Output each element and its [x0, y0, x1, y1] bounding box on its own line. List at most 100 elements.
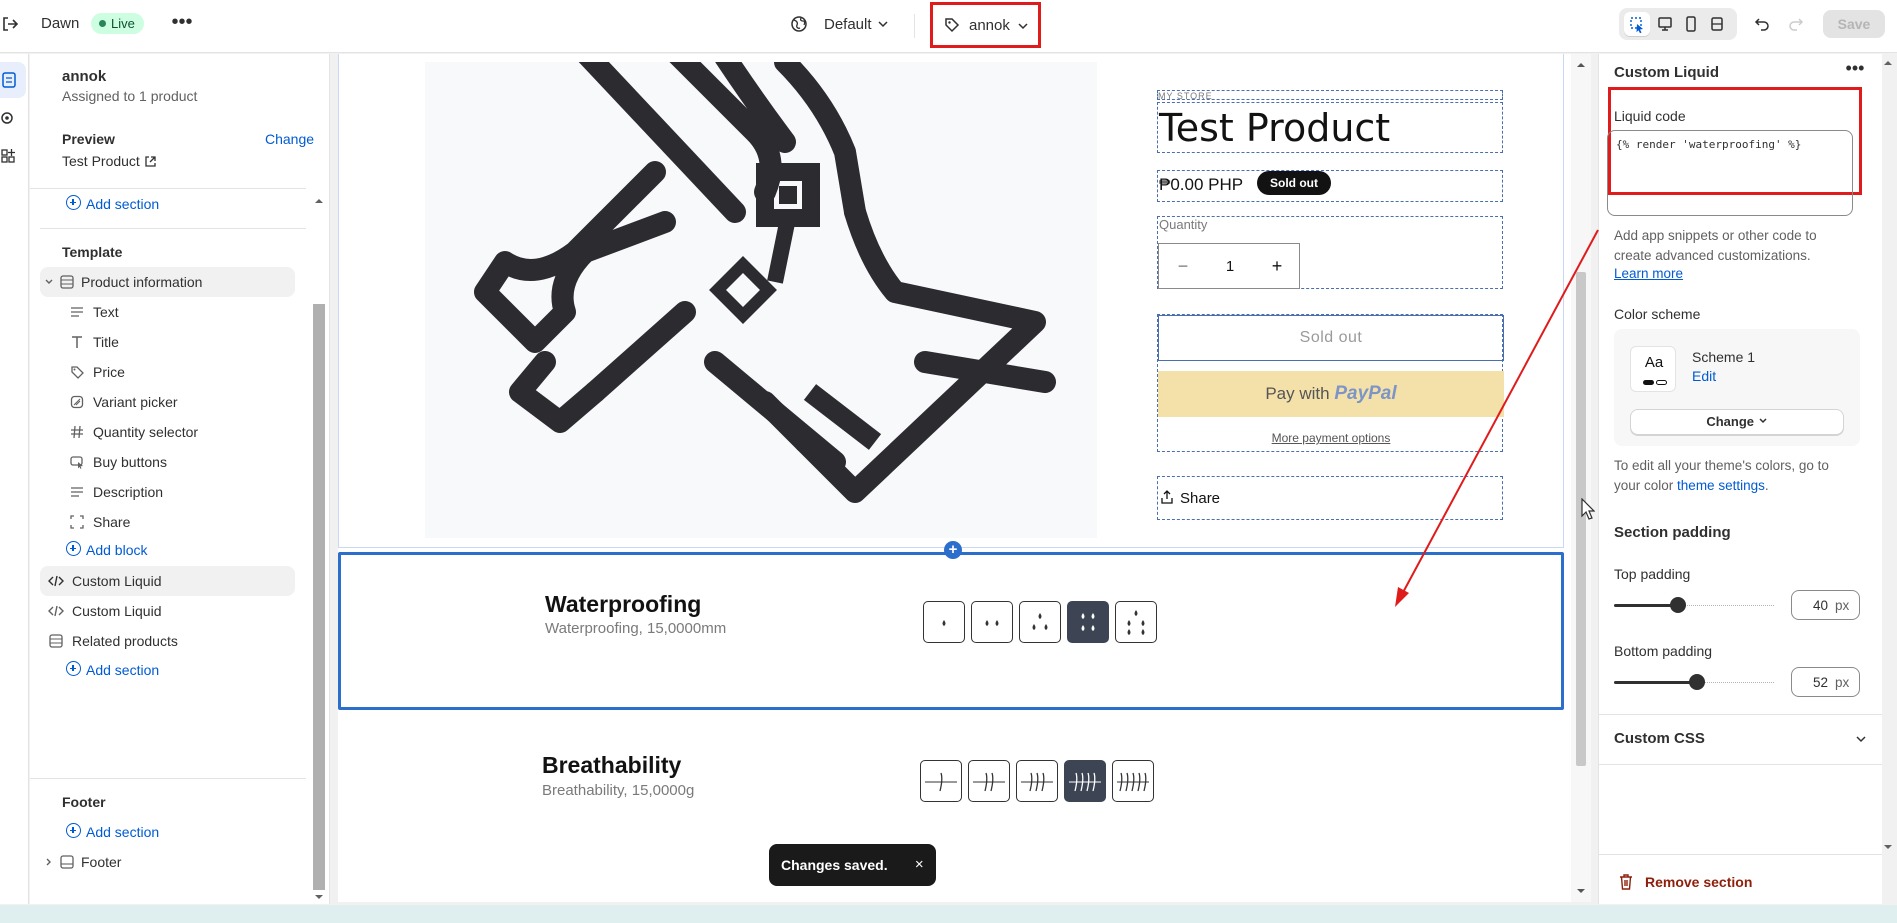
divider [914, 14, 915, 38]
share-upload-icon [1161, 490, 1173, 504]
block-title[interactable]: Title [70, 327, 295, 357]
bottom-padding-label: Bottom padding [1614, 643, 1713, 659]
section-label: Product information [81, 274, 203, 290]
sidebar-scrollbar[interactable] [313, 304, 325, 890]
add-section-label: Add section [86, 662, 160, 678]
block-label: Title [93, 334, 119, 350]
inspector-toggle[interactable] [1624, 12, 1650, 36]
scroll-down-icon[interactable] [1576, 886, 1586, 896]
settings-nav-button[interactable] [0, 100, 26, 136]
slider-track [1697, 682, 1774, 683]
block-quantity-selector[interactable]: Quantity selector [70, 417, 295, 447]
add-block-link[interactable]: Add block [66, 541, 147, 558]
preview-product[interactable]: Test Product [62, 153, 156, 169]
product-media[interactable] [425, 62, 1097, 538]
decrease-quantity-button[interactable]: − [1173, 256, 1193, 276]
desktop-view-button[interactable] [1652, 12, 1678, 36]
color-scheme-label: Color scheme [1614, 306, 1701, 322]
block-label: Price [93, 364, 125, 380]
template-selector[interactable]: annok [930, 2, 1041, 48]
custom-css-toggle[interactable]: Custom CSS [1614, 730, 1705, 747]
bottom-padding-input[interactable]: 52 px [1791, 667, 1860, 697]
add-section-header-link[interactable]: Add section [66, 195, 159, 212]
top-padding-slider[interactable] [1614, 597, 1774, 613]
unit-label: px [1835, 598, 1850, 613]
sections-icon [2, 72, 16, 88]
theme-editor: Dawn Live ••• Default annok Save annok A… [0, 0, 1897, 923]
apps-nav-button[interactable] [0, 138, 26, 174]
close-toast-button[interactable]: × [915, 844, 924, 886]
section-custom-liquid-2[interactable]: Custom Liquid [40, 596, 295, 626]
storefront-preview: MY STORE Test Product ₱0.00 PHP Sold out… [338, 54, 1571, 902]
redo-icon[interactable] [1786, 14, 1806, 34]
save-button[interactable]: Save [1823, 10, 1885, 38]
product-title: Test Product [1157, 102, 1503, 153]
increase-quantity-button[interactable]: + [1267, 256, 1287, 276]
block-variant-picker[interactable]: Variant picker [70, 387, 295, 417]
share-block[interactable]: Share [1157, 476, 1503, 520]
paypal-button[interactable]: Pay with PayPal [1158, 371, 1504, 417]
section-icon [60, 855, 74, 869]
fullscreen-view-button[interactable] [1704, 12, 1730, 36]
template-label: annok [969, 17, 1010, 34]
section-label: Custom Liquid [72, 573, 162, 589]
change-scheme-button[interactable]: Change [1630, 409, 1844, 435]
section-footer[interactable]: Footer [40, 847, 295, 877]
block-price[interactable]: Price [70, 357, 295, 387]
mobile-view-button[interactable] [1678, 12, 1704, 36]
learn-more-link[interactable]: Learn more [1614, 266, 1683, 281]
panel-more-button[interactable]: ••• [1843, 58, 1867, 82]
block-text[interactable]: Text [70, 297, 295, 327]
section-label: Footer [81, 854, 122, 870]
slider-handle[interactable] [1670, 597, 1686, 613]
change-preview-link[interactable]: Change [265, 131, 314, 147]
edit-scheme-link[interactable]: Edit [1692, 368, 1716, 384]
context-selector[interactable]: Default [824, 16, 872, 33]
add-section-template-link[interactable]: Add section [66, 661, 160, 678]
add-section-plus-button[interactable]: + [944, 541, 962, 559]
scroll-down-icon[interactable] [1883, 842, 1893, 852]
quantity-input[interactable]: 1 [1215, 258, 1245, 275]
block-share[interactable]: Share [70, 507, 295, 537]
theme-colors-note: To edit all your theme's colors, go to y… [1614, 456, 1854, 496]
divider [30, 188, 306, 189]
sections-nav-button[interactable] [0, 62, 26, 98]
price-block: ₱0.00 PHP Sold out [1157, 170, 1503, 202]
add-section-footer-link[interactable]: Add section [66, 823, 159, 840]
scroll-up-icon[interactable] [313, 196, 325, 206]
section-related-products[interactable]: Related products [40, 626, 295, 656]
scroll-down-icon[interactable] [313, 892, 325, 902]
chevron-down-icon [1018, 23, 1028, 30]
top-padding-input[interactable]: 40 px [1791, 590, 1860, 620]
section-custom-liquid-1[interactable]: Custom Liquid [40, 566, 295, 596]
custom-liquid-section-waterproofing[interactable]: Waterproofing Waterproofing, 15,0000mm [338, 552, 1564, 710]
drop-level-4-icon [1067, 601, 1109, 643]
scheme-swatch: Aa [1630, 346, 1676, 392]
remove-section-button[interactable]: Remove section [1645, 874, 1752, 890]
block-label: Variant picker [93, 394, 178, 410]
apps-icon [1, 149, 15, 163]
scroll-up-icon[interactable] [1576, 60, 1586, 70]
more-payment-options-link[interactable]: More payment options [1158, 431, 1504, 445]
section-product-information[interactable]: Product information [40, 267, 295, 297]
undo-icon[interactable] [1752, 14, 1772, 34]
block-buy-buttons[interactable]: Buy buttons [70, 447, 295, 477]
more-actions-button[interactable]: ••• [170, 12, 194, 36]
scroll-up-icon[interactable] [1883, 58, 1893, 68]
product-information-section[interactable]: MY STORE Test Product ₱0.00 PHP Sold out… [338, 54, 1564, 548]
drop-level-1-icon [923, 601, 965, 643]
slider-fill [1614, 604, 1678, 607]
custom-liquid-section-breathability[interactable]: Breathability Breathability, 15,0000g [338, 710, 1564, 868]
desktop-icon [1658, 17, 1672, 31]
liquid-code-editor[interactable]: {% render 'waterproofing' %} [1607, 130, 1853, 216]
trash-icon [1620, 874, 1632, 890]
block-label: Text [93, 304, 119, 320]
theme-settings-link[interactable]: theme settings [1677, 478, 1765, 493]
exit-icon[interactable] [0, 14, 20, 34]
bottom-padding-slider[interactable] [1614, 674, 1774, 690]
liquid-help-text: Add app snippets or other code to create… [1614, 228, 1817, 263]
block-description[interactable]: Description [70, 477, 295, 507]
sold-out-button[interactable]: Sold out [1158, 315, 1504, 361]
slider-handle[interactable] [1689, 674, 1705, 690]
external-link-icon [145, 156, 156, 167]
